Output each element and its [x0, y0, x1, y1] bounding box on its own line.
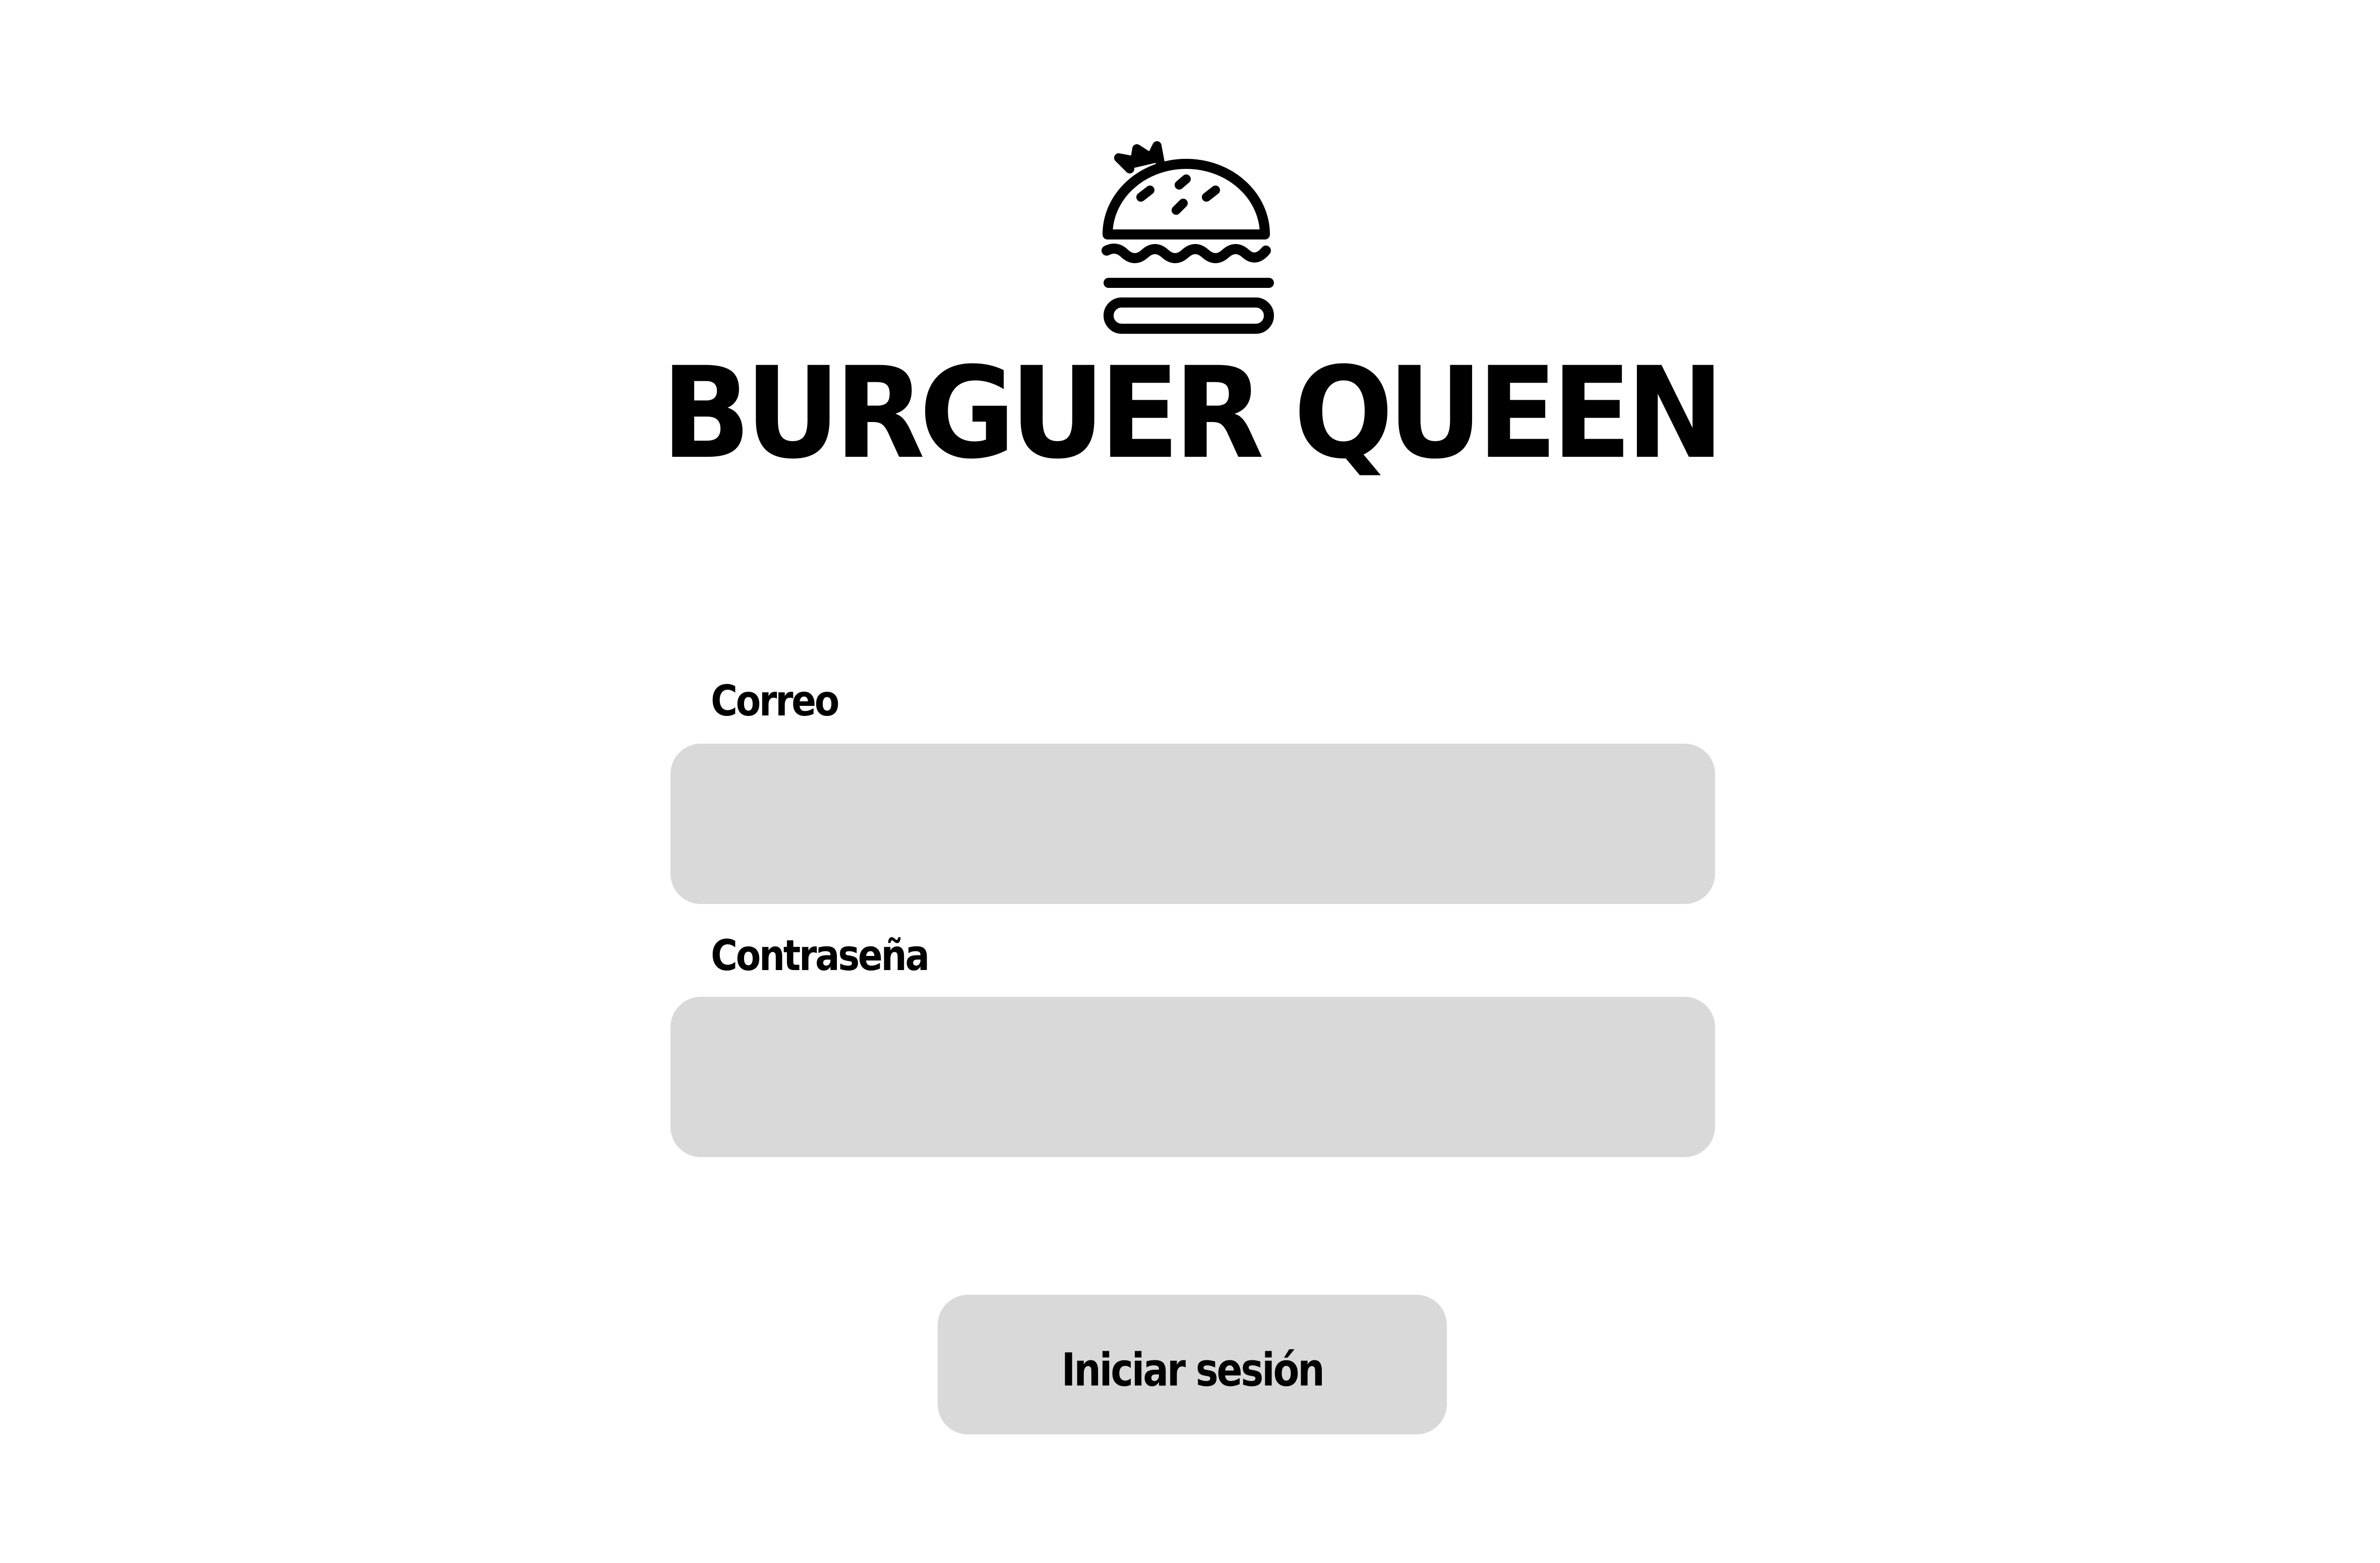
email-field[interactable]	[670, 744, 1715, 904]
login-button[interactable]: Iniciar sesión	[938, 1295, 1447, 1434]
password-field[interactable]	[670, 997, 1715, 1157]
login-button-label: Iniciar sesión	[1061, 1343, 1324, 1397]
burger-with-crown-icon	[1102, 141, 1274, 334]
password-label: Contraseña	[711, 931, 930, 980]
email-label: Correo	[711, 676, 839, 726]
brand-title: BURGUER QUEEN	[661, 340, 1724, 487]
